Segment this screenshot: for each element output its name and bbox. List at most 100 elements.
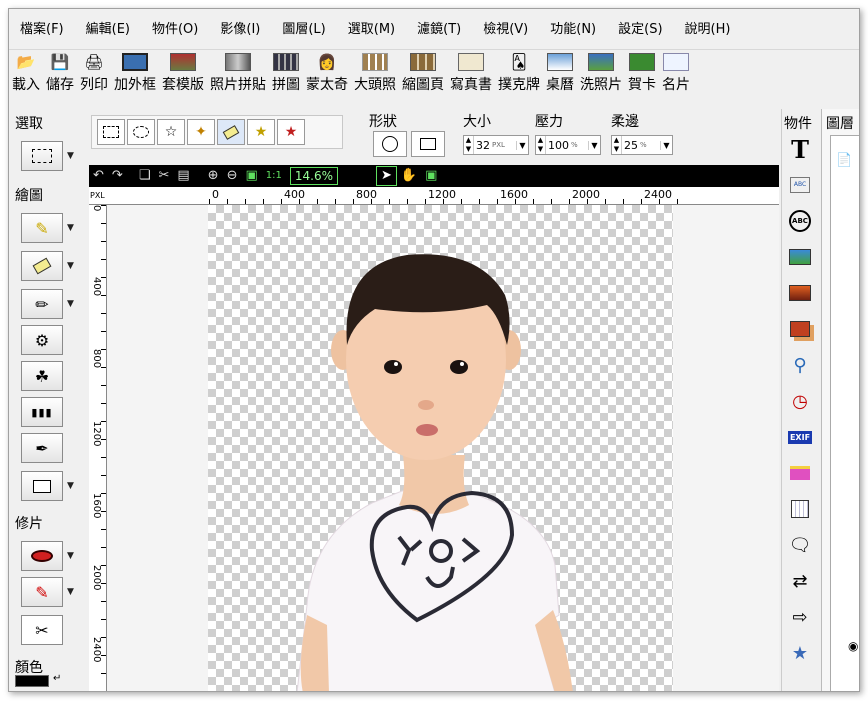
greeting-card-button[interactable]: 賀卡	[625, 51, 659, 103]
menu-help[interactable]: 說明(H)	[674, 19, 742, 41]
id-photo-button[interactable]: 大頭照	[351, 51, 399, 103]
stamp-button[interactable]: ⚙	[21, 325, 63, 355]
menu-view[interactable]: 檢視(V)	[472, 19, 539, 41]
chevron-down-icon[interactable]: ▼	[516, 140, 528, 150]
fit-window-icon[interactable]: ▣	[241, 165, 261, 187]
rect-select-button[interactable]	[97, 119, 125, 145]
calendar-grid-icon[interactable]	[787, 497, 813, 521]
pointer-icon[interactable]: ➤	[376, 166, 397, 186]
zoom-in-icon[interactable]: ⊕	[204, 165, 223, 187]
abc-stamp-icon[interactable]: ABC	[787, 209, 813, 233]
chevron-down-icon[interactable]: ▼	[67, 299, 74, 309]
chevron-down-icon[interactable]: ▼	[588, 140, 600, 150]
chevron-down-icon[interactable]: ▼	[67, 261, 74, 271]
sunset-image-icon[interactable]	[787, 281, 813, 305]
double-arrow-icon[interactable]: ⇄	[787, 569, 813, 593]
calendar-button[interactable]: 桌曆	[543, 51, 577, 103]
clock-icon[interactable]: ◷	[787, 389, 813, 413]
paste-icon[interactable]: ▤	[173, 165, 193, 187]
image-object-icon[interactable]	[787, 245, 813, 269]
arrow-shape-icon[interactable]: ⇨	[787, 605, 813, 629]
pressure-spinner[interactable]: ▲ ▼ 100 % ▼	[535, 135, 601, 155]
spin-arrows-icon[interactable]: ▲ ▼	[612, 136, 622, 154]
layer-copy-icon[interactable]	[787, 317, 813, 341]
print-photo-button[interactable]: 洗照片	[577, 51, 625, 103]
eraser-button[interactable]	[21, 251, 63, 281]
cut-icon[interactable]: ✂	[154, 165, 173, 187]
cake-icon[interactable]	[787, 461, 813, 485]
text-tool-icon[interactable]: T	[787, 135, 813, 164]
menu-settings[interactable]: 設定(S)	[607, 19, 673, 41]
color-swatch[interactable]	[15, 675, 49, 687]
square-shape-button[interactable]	[411, 131, 445, 157]
eye-visibility-icon[interactable]: ◉	[848, 639, 858, 653]
business-card-label: 名片	[662, 77, 690, 93]
chevron-down-icon[interactable]: ▼	[67, 587, 74, 597]
soft-edge-spinner[interactable]: ▲ ▼ 25 % ▼	[611, 135, 673, 155]
print-button[interactable]: 🖨 列印	[77, 51, 111, 103]
menu-image[interactable]: 影像(I)	[209, 19, 271, 41]
menu-filter[interactable]: 濾鏡(T)	[406, 19, 472, 41]
photobook-label: 寫真書	[450, 77, 492, 93]
save-button[interactable]: 💾 儲存	[43, 51, 77, 103]
redo-icon[interactable]: ↷	[108, 165, 127, 187]
hand-icon[interactable]: ✋	[397, 165, 421, 187]
abc-text-icon[interactable]: ABC	[787, 173, 813, 197]
pattern-button[interactable]: ▮▮▮	[21, 397, 63, 427]
thumbnail-button[interactable]: 縮圖頁	[399, 51, 447, 103]
magic-eraser-button[interactable]: ★	[247, 119, 275, 145]
chevron-down-icon[interactable]: ▼	[67, 481, 74, 491]
exif-icon[interactable]: EXIF	[787, 425, 813, 449]
brush-button[interactable]: ✎	[21, 213, 63, 243]
retouch-brush-button[interactable]: ✎	[21, 577, 63, 607]
menu-file[interactable]: 檔案(F)	[9, 19, 75, 41]
menu-layer[interactable]: 圖層(L)	[271, 19, 336, 41]
photobook-button[interactable]: 寫真書	[447, 51, 495, 103]
magic-wand-icon: ✦	[195, 124, 207, 140]
menu-function[interactable]: 功能(N)	[539, 19, 607, 41]
spin-arrows-icon[interactable]: ▲ ▼	[464, 136, 474, 154]
actual-size-icon[interactable]: 1:1	[262, 165, 286, 187]
copy-icon[interactable]: ❏	[135, 165, 155, 187]
lasso-select-button[interactable]: ☆	[157, 119, 185, 145]
greeting-card-label: 賀卡	[628, 77, 656, 93]
image-canvas[interactable]	[107, 205, 779, 691]
chevron-down-icon[interactable]: ▼	[67, 223, 74, 233]
pencil-button[interactable]: ✏	[21, 289, 63, 319]
load-button[interactable]: 📂 載入	[9, 51, 43, 103]
star-shape-icon[interactable]: ★	[787, 641, 813, 665]
ellipse-select-button[interactable]	[127, 119, 155, 145]
circle-shape-button[interactable]	[373, 131, 407, 157]
add-frame-button[interactable]: 加外框	[111, 51, 159, 103]
chevron-down-icon[interactable]: ▼	[660, 140, 672, 150]
puzzle-button[interactable]: 拼圖	[269, 51, 303, 103]
menu-object[interactable]: 物件(O)	[141, 19, 209, 41]
magnifier-icon[interactable]: ⚲	[787, 353, 813, 377]
zoom-out-icon[interactable]: ⊖	[223, 165, 242, 187]
menu-edit[interactable]: 編輯(E)	[75, 19, 141, 41]
red-eye-button[interactable]	[21, 541, 63, 571]
poker-button[interactable]: 🂡 撲克牌	[495, 51, 543, 103]
size-spinner[interactable]: ▲ ▼ 32 PXL ▼	[463, 135, 529, 155]
eraser-select-button[interactable]	[217, 119, 245, 145]
magic-wand-button[interactable]: ✦	[187, 119, 215, 145]
rectangle-button[interactable]	[21, 471, 63, 501]
swap-color-icon[interactable]: ↵	[53, 673, 61, 684]
menu-select[interactable]: 選取(M)	[337, 19, 406, 41]
template-button[interactable]: 套模版	[159, 51, 207, 103]
background-eraser-button[interactable]: ★	[277, 119, 305, 145]
marquee-select-button[interactable]	[21, 141, 63, 171]
undo-icon[interactable]: ↶	[89, 165, 108, 187]
cutout-button[interactable]: ✂	[21, 615, 63, 645]
collage-button[interactable]: 照片拼貼	[207, 51, 269, 103]
montage-button[interactable]: 👩 蒙太奇	[303, 51, 351, 103]
chevron-down-icon[interactable]: ▼	[67, 151, 74, 161]
new-layer-icon[interactable]: 📄	[836, 153, 852, 168]
fill-button[interactable]: ☘	[21, 361, 63, 391]
chevron-down-icon[interactable]: ▼	[67, 551, 74, 561]
eyedropper-button[interactable]: ✒	[21, 433, 63, 463]
spin-arrows-icon[interactable]: ▲ ▼	[536, 136, 546, 154]
business-card-button[interactable]: 名片	[659, 51, 693, 103]
crop-icon[interactable]: ▣	[421, 165, 441, 187]
speech-bubble-icon[interactable]: 🗨	[787, 533, 813, 557]
